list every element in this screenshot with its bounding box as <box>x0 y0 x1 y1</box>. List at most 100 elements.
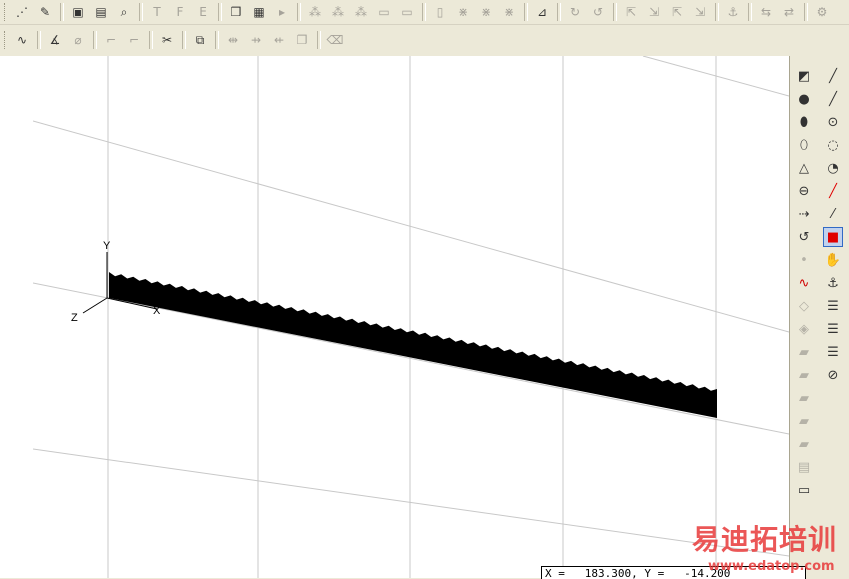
block-icon-3[interactable]: ▰ <box>794 388 814 408</box>
transform-icon-4[interactable]: ⇲ <box>690 2 710 22</box>
extrude-icon[interactable]: ⇢ <box>794 204 814 224</box>
block-icon-5[interactable]: ▰ <box>794 434 814 454</box>
block-icon-4[interactable]: ▰ <box>794 411 814 431</box>
toolbar-separator <box>149 30 153 49</box>
circle-icon[interactable]: ◌ <box>823 135 843 155</box>
toolbar-separator <box>317 30 321 49</box>
flip-icon-2[interactable]: ⇄ <box>779 2 799 22</box>
page-icon[interactable]: ▯ <box>430 2 450 22</box>
cylinder-alt-icon[interactable]: ⬯ <box>794 135 814 155</box>
solids-column: ◩ ● ⬮ ⬯ △ ⊖ ⇢ ↺ • ∿ ◇ ◈ ▰ ▰ ▰ ▰ ▰ ▤ ▭ <box>794 66 816 503</box>
toolbar-separator <box>218 3 222 21</box>
transform-icon-2[interactable]: ⇲ <box>644 2 664 22</box>
line-point-icon[interactable]: ╱ <box>823 89 843 109</box>
list-icon-3[interactable]: ☰ <box>823 342 843 362</box>
z-axis-label: Z <box>71 312 78 324</box>
arc-icon[interactable]: ◔ <box>823 158 843 178</box>
eraser-icon[interactable]: ⌫ <box>325 30 345 50</box>
block-icon-1[interactable]: ▰ <box>794 342 814 362</box>
mirror-icon-1[interactable]: ⇹ <box>223 30 243 50</box>
mirror-icon-3[interactable]: ⇷ <box>269 30 289 50</box>
toolbar-grip[interactable] <box>4 3 8 21</box>
tool-f-icon[interactable]: F <box>170 2 190 22</box>
toolbar-separator <box>139 3 143 21</box>
mirror-icon-2[interactable]: ⇸ <box>246 30 266 50</box>
ellipse-icon[interactable]: ⊖ <box>794 181 814 201</box>
toolbar-separator <box>613 3 617 21</box>
red-square-icon[interactable]: ■ <box>823 227 843 247</box>
tree-panel-edge <box>0 56 34 578</box>
curve-icon[interactable]: ∿ <box>12 30 32 50</box>
transform-icon-3[interactable]: ⇱ <box>667 2 687 22</box>
toolbar-grip[interactable] <box>4 30 8 49</box>
toolbar-separator <box>297 3 301 21</box>
watermark-logo-text: 易迪拓培训 <box>692 523 838 556</box>
revolve-icon[interactable]: ↺ <box>794 227 814 247</box>
rotate-icon-2[interactable]: ↺ <box>588 2 608 22</box>
mesh-icon-1[interactable]: ⋇ <box>453 2 473 22</box>
layer-icon-1[interactable]: ▭ <box>374 2 394 22</box>
toolbar-separator <box>182 30 186 49</box>
circle-center-icon[interactable]: ⊙ <box>823 112 843 132</box>
block-icon-2[interactable]: ▰ <box>794 365 814 385</box>
angle-30-icon[interactable]: ∡ <box>45 30 65 50</box>
toolbar-separator <box>524 3 528 21</box>
transform-icon-1[interactable]: ⇱ <box>621 2 641 22</box>
point-icon[interactable]: • <box>794 250 814 270</box>
line-icon[interactable]: ╱ <box>823 66 843 86</box>
list-icon-2[interactable]: ☰ <box>823 319 843 339</box>
face-icon-2[interactable]: ◈ <box>794 319 814 339</box>
tool-t-icon[interactable]: T <box>147 2 167 22</box>
settings-icon[interactable]: ⚙ <box>812 2 832 22</box>
list-icon-1[interactable]: ☰ <box>823 296 843 316</box>
scissors-icon[interactable]: ✂ <box>157 30 177 50</box>
plane-icon[interactable]: ◩ <box>794 66 814 86</box>
anchor-icon[interactable]: ⚓ <box>823 273 843 293</box>
coordinate-icon[interactable]: ⊿ <box>532 2 552 22</box>
mesh-icon-2[interactable]: ⋇ <box>476 2 496 22</box>
node-icon-1[interactable]: ⁂ <box>305 2 325 22</box>
flip-icon-1[interactable]: ⇆ <box>756 2 776 22</box>
pipe-icon[interactable]: ⌀ <box>68 30 88 50</box>
doc-icon[interactable]: ▤ <box>794 457 814 477</box>
corner-icon-2[interactable]: ⌐ <box>124 30 144 50</box>
mesh-icon-3[interactable]: ⋇ <box>499 2 519 22</box>
x-axis-label: X <box>153 305 161 317</box>
tool-e-icon[interactable]: E <box>193 2 213 22</box>
toolbar-separator <box>93 30 97 49</box>
toolbar-separator <box>804 3 808 21</box>
face-icon-1[interactable]: ◇ <box>794 296 814 316</box>
layer-icon-2[interactable]: ▭ <box>397 2 417 22</box>
node-icon-2[interactable]: ⁂ <box>328 2 348 22</box>
node-icon-3[interactable]: ⁂ <box>351 2 371 22</box>
monitor-icon[interactable]: ▣ <box>68 2 88 22</box>
play-icon[interactable]: ▸ <box>272 2 292 22</box>
graph-window-icon[interactable]: ▤ <box>91 2 111 22</box>
secondary-toolbar: ∿ ∡ ⌀ ⌐ ⌐ ✂ ⧉ ⇹ ⇸ ⇷ ❐ ⌫ <box>0 27 849 52</box>
pin-icon[interactable]: ✎ <box>35 2 55 22</box>
copy-icon[interactable]: ❐ <box>292 30 312 50</box>
cube-icon[interactable]: ❒ <box>226 2 246 22</box>
curve-red-icon[interactable]: ∿ <box>794 273 814 293</box>
3d-viewport[interactable]: Y Z X <box>33 56 789 578</box>
rotate-icon-1[interactable]: ↻ <box>565 2 585 22</box>
working-plane-grid <box>33 56 789 578</box>
plot-icon[interactable]: ⋰ <box>12 2 32 22</box>
red-line-icon[interactable]: ╱ <box>823 181 843 201</box>
extruded-strip-shape[interactable] <box>109 272 717 418</box>
viewport-canvas: Y Z X <box>33 56 789 578</box>
cylinder-icon[interactable]: ⬮ <box>794 112 814 132</box>
anchor-small-icon[interactable]: ⚓ <box>723 2 743 22</box>
corner-icon-1[interactable]: ⌐ <box>101 30 121 50</box>
xy-line-icon[interactable]: ⁄ <box>823 204 843 224</box>
folder-icon[interactable]: ▭ <box>794 480 814 500</box>
toolbar-separator <box>215 30 219 49</box>
boolean-icon[interactable]: ⧉ <box>190 30 210 50</box>
cone-icon[interactable]: △ <box>794 158 814 178</box>
no-entry-icon[interactable]: ⊘ <box>823 365 843 385</box>
search-doc-icon[interactable]: ⌕ <box>114 2 134 22</box>
hand-icon[interactable]: ✋ <box>823 250 843 270</box>
sphere-icon[interactable]: ● <box>794 89 814 109</box>
main-toolbar: ⋰ ✎ ▣ ▤ ⌕ T F E ❒ ▦ ▸ ⁂ ⁂ ⁂ ▭ ▭ ▯ ⋇ ⋇ ⋇ ⊿ ↻ ↺ ⇱ ⇲ ⇱ ⇲ ⚓ ⇆ ⇄ ⚙ <box>0 0 849 25</box>
save-icon[interactable]: ▦ <box>249 2 269 22</box>
